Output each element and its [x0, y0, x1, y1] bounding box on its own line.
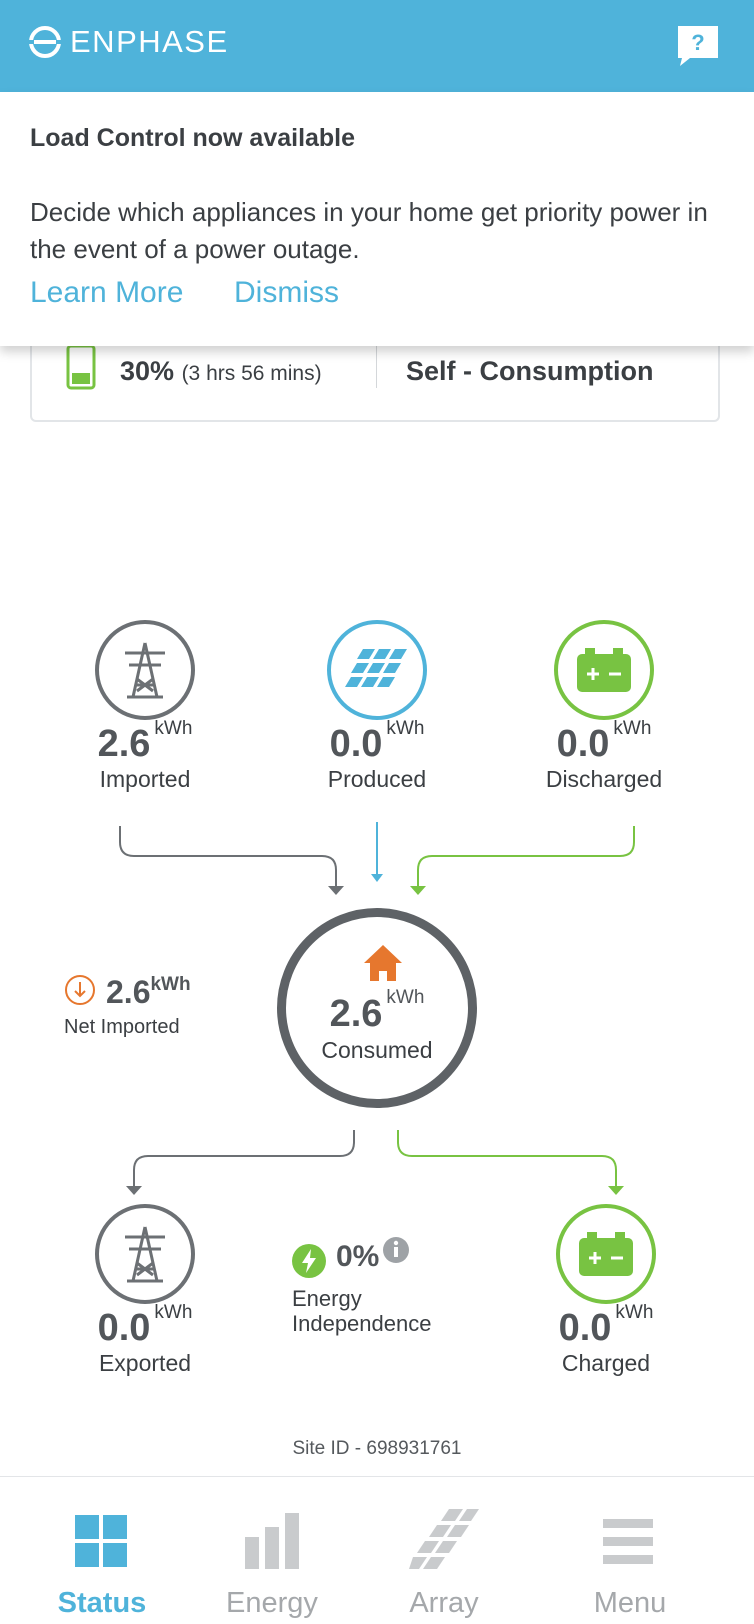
charged-value: 0.0 — [558, 1307, 612, 1349]
net-imported-unit: kWh — [150, 974, 191, 995]
produced-label: Produced — [327, 766, 427, 792]
bar-chart-icon — [245, 1513, 299, 1569]
banner-body: Decide which appliances in your home get… — [30, 197, 708, 264]
charged-label: Charged — [561, 1350, 651, 1376]
tab-status-label: Status — [57, 1587, 147, 1619]
learn-more-link[interactable]: Learn More — [30, 276, 183, 310]
discharge-arrowhead — [410, 886, 426, 895]
solar-array-icon — [409, 1509, 479, 1569]
discharged-node[interactable]: 0.0 kWh Discharged — [534, 620, 674, 793]
house-icon — [364, 945, 402, 981]
battery-icon — [554, 620, 654, 720]
net-imported-value: 2.6 — [106, 974, 151, 1010]
exported-unit: kWh — [154, 1302, 193, 1323]
import-flow-line — [119, 826, 337, 886]
tab-array-label: Array — [409, 1587, 479, 1619]
export-arrowhead — [126, 1186, 142, 1195]
produced-node[interactable]: 0.0 kWh Produced — [305, 620, 449, 793]
consumed-node[interactable]: 2.6 kWh Consumed — [277, 908, 477, 1108]
exported-value: 0.0 — [97, 1307, 151, 1349]
grid-icon — [75, 1515, 127, 1567]
dismiss-link[interactable]: Dismiss — [234, 276, 339, 310]
grid-tower-icon — [95, 1204, 195, 1304]
banner-title: Load Control now available — [30, 124, 356, 152]
exported-label: Exported — [98, 1350, 192, 1376]
imported-unit: kWh — [154, 718, 193, 739]
discharged-value: 0.0 — [556, 723, 610, 765]
solar-panel-icon — [327, 620, 427, 720]
tab-status[interactable]: Status — [22, 1477, 182, 1624]
solar-arrowhead — [371, 874, 383, 882]
tab-menu-label: Menu — [593, 1587, 667, 1619]
battery-icon — [556, 1204, 656, 1304]
consumed-value: 2.6 — [329, 993, 383, 1035]
charge-flow-line — [397, 1130, 617, 1186]
energy-independence-value: 0% — [336, 1240, 380, 1273]
exported-node[interactable]: 0.0 kWh Exported — [75, 1204, 215, 1377]
discharged-label: Discharged — [545, 766, 663, 792]
discharge-flow-line — [417, 826, 635, 886]
net-imported: 2.6kWh Net Imported — [64, 974, 191, 1038]
bottom-tab-bar: Status Energy Array Menu — [0, 1476, 754, 1624]
consumed-unit: kWh — [386, 987, 425, 1008]
hamburger-icon — [603, 1519, 653, 1564]
arrow-down-circle-icon — [65, 975, 95, 1005]
produced-unit: kWh — [386, 718, 425, 739]
imported-label: Imported — [99, 766, 191, 792]
energy-independence-label: Energy Independence — [292, 1286, 432, 1336]
charged-unit: kWh — [615, 1302, 654, 1323]
tab-energy[interactable]: Energy — [192, 1477, 352, 1624]
tab-energy-label: Energy — [226, 1587, 318, 1619]
charged-node[interactable]: 0.0 kWh Charged — [536, 1204, 676, 1377]
imported-node[interactable]: 2.6 kWh Imported — [75, 620, 215, 793]
discharged-unit: kWh — [613, 718, 652, 739]
info-icon[interactable] — [382, 1236, 410, 1264]
grid-tower-icon — [95, 620, 195, 720]
export-flow-line — [133, 1130, 355, 1186]
net-imported-label: Net Imported — [64, 1016, 180, 1038]
lightning-icon — [292, 1244, 326, 1278]
tab-array[interactable]: Array — [364, 1477, 524, 1624]
charge-arrowhead — [608, 1186, 624, 1195]
produced-value: 0.0 — [329, 723, 383, 765]
load-control-banner: Load Control now available Decide which … — [0, 92, 754, 346]
consumed-label: Consumed — [321, 1037, 433, 1063]
tab-menu[interactable]: Menu — [550, 1477, 710, 1624]
site-id: Site ID - 698931761 — [292, 1438, 462, 1459]
import-arrowhead — [328, 886, 344, 895]
imported-value: 2.6 — [97, 723, 151, 765]
